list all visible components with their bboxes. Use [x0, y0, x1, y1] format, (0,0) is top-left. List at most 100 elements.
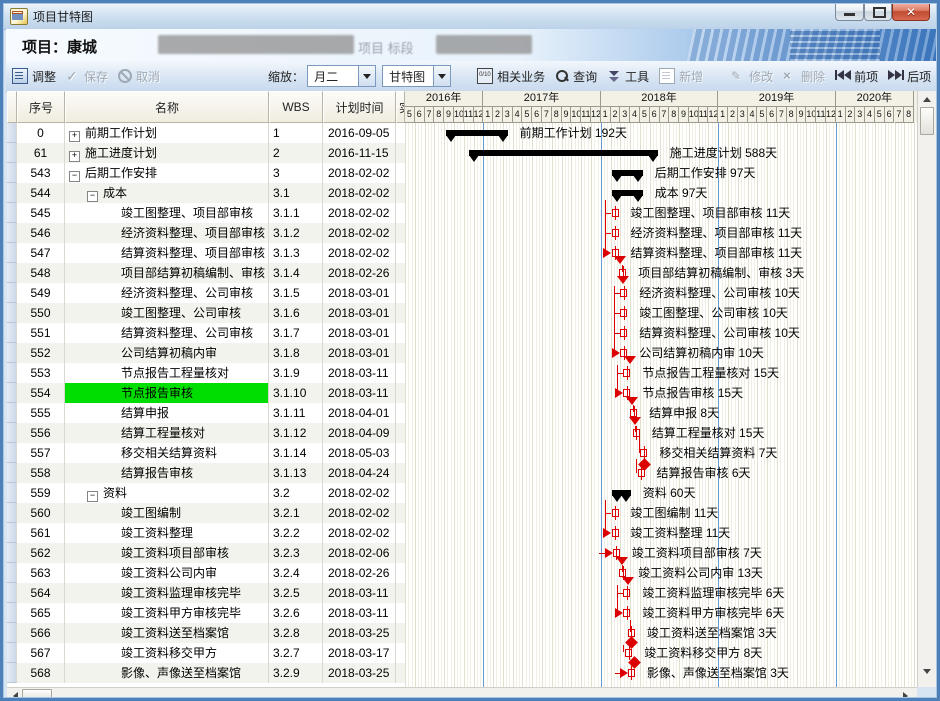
row-indicator[interactable] — [7, 263, 17, 283]
cell-name[interactable]: 项目部结算初稿编制、审核 — [65, 263, 269, 283]
cell-name[interactable]: 竣工资料整理 — [65, 523, 269, 543]
horizontal-scroll-thumb[interactable] — [22, 689, 52, 701]
cell-name[interactable]: 竣工资料送至档案馆 — [65, 623, 269, 643]
cell-name[interactable]: 竣工资料移交甲方 — [65, 643, 269, 663]
table-row[interactable]: 561竣工资料整理3.2.22018-02-02 — [7, 523, 405, 543]
tree-minus-icon[interactable]: − — [87, 491, 98, 502]
tree-plus-icon[interactable]: + — [69, 131, 80, 142]
row-indicator[interactable] — [7, 423, 17, 443]
row-indicator[interactable] — [7, 563, 17, 583]
save-button[interactable]: ✓ 保存 — [66, 68, 108, 85]
cell-name[interactable]: 公司结算初稿内审 — [65, 343, 269, 363]
query-button[interactable]: 查询 — [555, 68, 597, 85]
minimize-button[interactable] — [835, 3, 864, 21]
row-indicator[interactable] — [7, 623, 17, 643]
row-indicator[interactable] — [7, 223, 17, 243]
tools-button[interactable]: 工具 — [607, 68, 649, 85]
cell-name[interactable]: +前期工作计划 — [65, 123, 269, 143]
cell-name[interactable]: 移交相关结算资料 — [65, 443, 269, 463]
scroll-right-icon[interactable] — [903, 692, 908, 700]
cell-name[interactable]: 结算资料整理、公司审核 — [65, 323, 269, 343]
row-indicator[interactable] — [7, 443, 17, 463]
horizontal-scrollbar[interactable] — [7, 687, 917, 701]
delete-button[interactable]: × 删除 — [783, 68, 825, 85]
column-header-name[interactable]: 名称 — [65, 91, 269, 123]
row-indicator[interactable] — [7, 343, 17, 363]
cell-name[interactable]: 结算报告审核 — [65, 463, 269, 483]
close-button[interactable]: ✕ — [892, 3, 930, 21]
table-row[interactable]: 550竣工图整理、公司审核3.1.62018-03-01 — [7, 303, 405, 323]
view-select[interactable]: 甘特图 — [382, 65, 451, 87]
cell-name[interactable]: 竣工资料监理审核完毕 — [65, 583, 269, 603]
table-row[interactable]: 557移交相关结算资料3.1.142018-05-03 — [7, 443, 405, 463]
table-row[interactable]: 556结算工程量核对3.1.122018-04-09 — [7, 423, 405, 443]
add-button[interactable]: 新增 — [659, 68, 703, 85]
table-row[interactable]: 552公司结算初稿内审3.1.82018-03-01 — [7, 343, 405, 363]
table-row[interactable]: 551结算资料整理、公司审核3.1.72018-03-01 — [7, 323, 405, 343]
table-row[interactable]: 61+施工进度计划22016-11-15 — [7, 143, 405, 163]
cell-name[interactable]: −后期工作安排 — [65, 163, 269, 183]
row-indicator[interactable] — [7, 483, 17, 503]
row-indicator[interactable] — [7, 203, 17, 223]
scroll-left-icon[interactable] — [13, 692, 18, 700]
modify-button[interactable]: ✎ 修改 — [731, 68, 773, 85]
tree-minus-icon[interactable]: − — [69, 171, 80, 182]
cell-name[interactable]: 竣工图整理、公司审核 — [65, 303, 269, 323]
row-indicator[interactable] — [7, 323, 17, 343]
zoom-select-arrow-icon[interactable] — [358, 66, 375, 86]
row-indicator[interactable] — [7, 243, 17, 263]
row-indicator[interactable] — [7, 603, 17, 623]
table-row[interactable]: 545竣工图整理、项目部审核3.1.12018-02-02 — [7, 203, 405, 223]
table-row[interactable]: 546经济资料整理、项目部审核3.1.22018-02-02 — [7, 223, 405, 243]
zoom-select[interactable]: 月二 — [307, 65, 376, 87]
scroll-up-icon[interactable] — [923, 97, 931, 102]
table-row[interactable]: 567竣工资料移交甲方3.2.72018-03-17 — [7, 643, 405, 663]
cancel-button[interactable]: 取消 — [118, 68, 160, 85]
row-indicator[interactable] — [7, 183, 17, 203]
table-row[interactable]: 553节点报告工程量核对3.1.92018-03-11 — [7, 363, 405, 383]
cell-name[interactable]: 结算申报 — [65, 403, 269, 423]
cell-name[interactable]: 经济资料整理、公司审核 — [65, 283, 269, 303]
cell-name[interactable]: 结算资料整理、项目部审核 — [65, 243, 269, 263]
row-indicator[interactable] — [7, 163, 17, 183]
row-indicator[interactable] — [7, 463, 17, 483]
cell-name[interactable]: 节点报告工程量核对 — [65, 363, 269, 383]
cell-name[interactable]: −成本 — [65, 183, 269, 203]
cell-name[interactable]: 结算工程量核对 — [65, 423, 269, 443]
tree-minus-icon[interactable]: − — [87, 191, 98, 202]
cell-name[interactable]: 竣工资料甲方审核完毕 — [65, 603, 269, 623]
row-indicator[interactable] — [7, 643, 17, 663]
scroll-down-icon[interactable] — [923, 669, 931, 674]
row-indicator[interactable] — [7, 543, 17, 563]
row-indicator[interactable] — [7, 663, 17, 683]
row-indicator[interactable] — [7, 503, 17, 523]
maximize-button[interactable] — [864, 3, 892, 21]
table-row[interactable]: 568影像、声像送至档案馆3.2.92018-03-25 — [7, 663, 405, 683]
row-indicator[interactable] — [7, 523, 17, 543]
table-row[interactable]: 544−成本3.12018-02-02 — [7, 183, 405, 203]
cell-name[interactable]: 竣工图编制 — [65, 503, 269, 523]
column-header-seq[interactable]: 序号 — [17, 91, 65, 123]
tree-plus-icon[interactable]: + — [69, 151, 80, 162]
column-header-actual[interactable]: 实 — [396, 91, 405, 123]
cell-name[interactable]: −资料 — [65, 483, 269, 503]
related-business-button[interactable]: 相关业务 — [477, 68, 545, 85]
table-row[interactable]: 549经济资料整理、公司审核3.1.52018-03-01 — [7, 283, 405, 303]
table-row[interactable]: 543−后期工作安排32018-02-02 — [7, 163, 405, 183]
row-indicator[interactable] — [7, 363, 17, 383]
cell-name[interactable]: 节点报告审核 — [65, 383, 269, 403]
table-row[interactable]: 548项目部结算初稿编制、审核3.1.42018-02-26 — [7, 263, 405, 283]
table-row[interactable]: 564竣工资料监理审核完毕3.2.52018-03-11 — [7, 583, 405, 603]
row-indicator[interactable] — [7, 383, 17, 403]
table-row[interactable]: 558结算报告审核3.1.132018-04-24 — [7, 463, 405, 483]
summary-bar[interactable] — [469, 150, 658, 156]
table-row[interactable]: 566竣工资料送至档案馆3.2.82018-03-25 — [7, 623, 405, 643]
cell-name[interactable]: 竣工资料公司内审 — [65, 563, 269, 583]
vertical-scrollbar[interactable] — [917, 91, 936, 687]
table-row[interactable]: 562竣工资料项目部审核3.2.32018-02-06 — [7, 543, 405, 563]
row-indicator[interactable] — [7, 403, 17, 423]
cell-name[interactable]: 影像、声像送至档案馆 — [65, 663, 269, 683]
table-row[interactable]: 554节点报告审核3.1.102018-03-11 — [7, 383, 405, 403]
next-item-button[interactable]: 后项 — [888, 68, 931, 85]
prev-item-button[interactable]: 前项 — [835, 68, 878, 85]
